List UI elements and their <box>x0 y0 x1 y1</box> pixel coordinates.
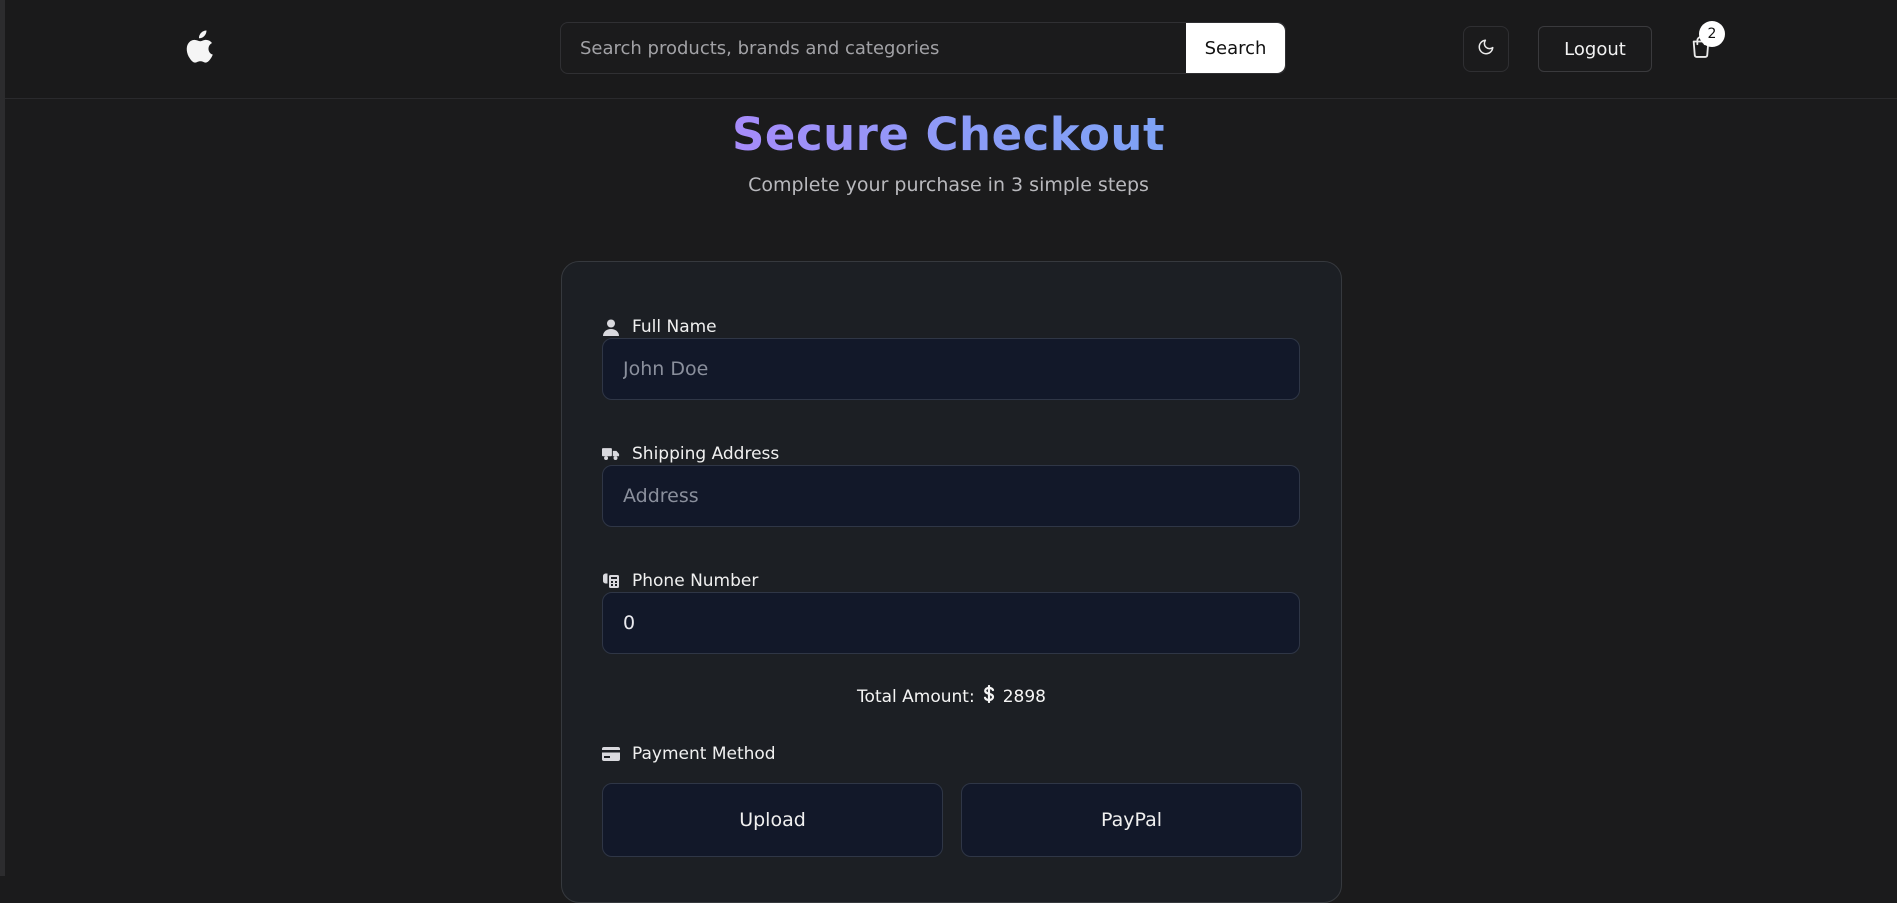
shipping-address-label: Shipping Address <box>602 442 779 466</box>
payment-option-upload[interactable]: Upload <box>602 783 943 857</box>
user-icon <box>602 318 620 336</box>
search-input[interactable] <box>561 23 1166 73</box>
full-name-input[interactable] <box>602 338 1300 400</box>
total-amount-label: Total Amount: <box>857 686 975 707</box>
dollar-icon <box>983 684 995 708</box>
truck-icon <box>602 445 620 463</box>
payment-option-paypal[interactable]: PayPal <box>961 783 1302 857</box>
page-title: Secure Checkout <box>732 108 1165 161</box>
full-name-label: Full Name <box>602 315 717 339</box>
shipping-address-input[interactable] <box>602 465 1300 527</box>
phone-icon <box>602 572 620 590</box>
page-subtitle: Complete your purchase in 3 simple steps <box>748 174 1149 196</box>
total-amount: Total Amount: 2898 <box>562 684 1341 708</box>
total-amount-value: 2898 <box>1002 686 1046 707</box>
checkout-form-card: Full Name Shipping Address <box>561 261 1342 903</box>
top-navbar: Search Logout <box>5 0 1897 99</box>
payment-method-label: Payment Method <box>602 742 776 766</box>
logout-button[interactable]: Logout <box>1538 26 1652 72</box>
cart-count-badge: 2 <box>1699 21 1725 47</box>
moon-icon <box>1477 38 1495 60</box>
phone-number-input[interactable] <box>602 592 1300 654</box>
search-bar: Search <box>560 22 1286 74</box>
credit-card-icon <box>602 745 620 763</box>
search-button[interactable]: Search <box>1186 23 1285 73</box>
apple-logo-icon[interactable] <box>185 28 221 68</box>
phone-number-label: Phone Number <box>602 569 758 593</box>
theme-toggle-button[interactable] <box>1463 26 1509 72</box>
